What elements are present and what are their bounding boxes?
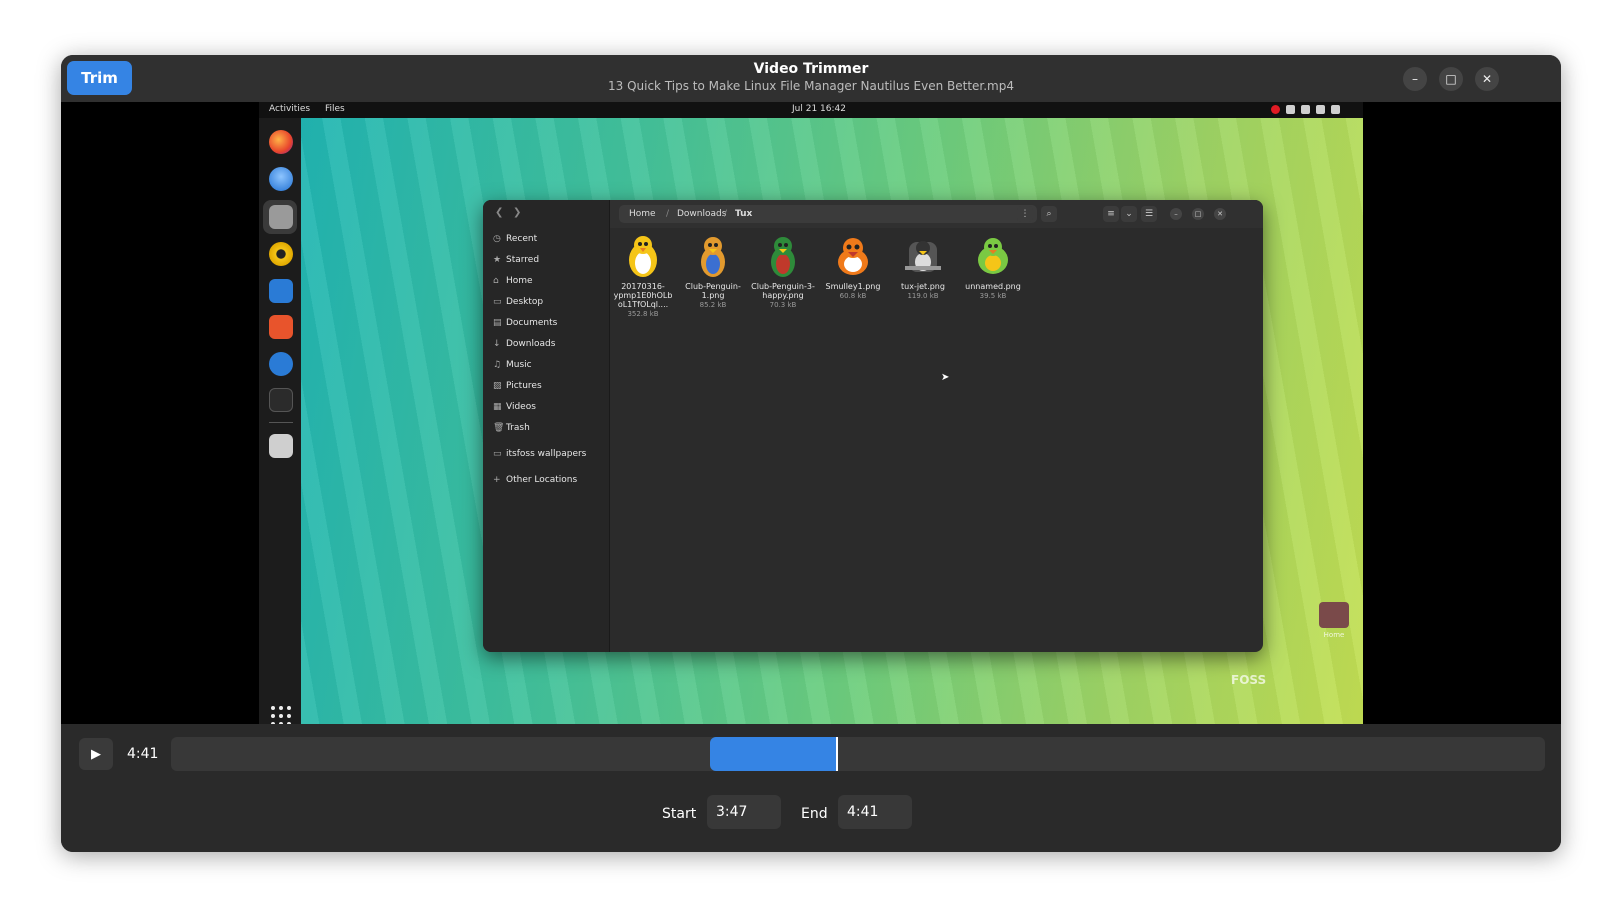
- headerbar: Trim Video Trimmer 13 Quick Tips to Make…: [61, 55, 1561, 102]
- video-trimmer-window: Trim Video Trimmer 13 Quick Tips to Make…: [61, 55, 1561, 852]
- sort-icon: ≡: [1103, 206, 1119, 222]
- nautilus-close-icon: ✕: [1214, 208, 1226, 220]
- terminal-icon: [269, 388, 293, 412]
- back-arrow-icon: ❮: [495, 207, 504, 218]
- sidebar-item-other-locations: + Other Locations: [493, 475, 578, 485]
- sidebar-item-trash: 🗑 Trash: [493, 423, 530, 433]
- video-preview[interactable]: Activities Files Jul 21 16:42 ❮ ❯ Home /…: [61, 102, 1561, 724]
- path-bar: Home / Downloads / Tux: [619, 205, 1037, 223]
- sidebar-item-pictures: ▨ Pictures: [493, 381, 542, 391]
- path-home: Home: [629, 209, 656, 219]
- desktop-wallpaper: ❮ ❯ Home / Downloads / Tux ⋮ ⌕ ≡ ⌄ ☰ – □…: [301, 118, 1363, 724]
- penguin-thumbnail-icon: [759, 232, 807, 280]
- search-icon: ⌕: [1041, 206, 1057, 222]
- sidebar-item-downloads: ↓ Downloads: [493, 339, 556, 349]
- end-time-input[interactable]: 4:41: [838, 795, 912, 829]
- sidebar-item-home: ⌂ Home: [493, 276, 533, 286]
- rhythmbox-icon: [269, 242, 293, 266]
- file-item: tux-jet.png 119.0 kB: [891, 232, 955, 301]
- sidebar-item-itsfoss-wallpapers: ▭ itsfoss wallpapers: [493, 449, 587, 459]
- file-item: Smulley1.png 60.8 kB: [821, 232, 885, 301]
- system-tray: [1271, 105, 1340, 114]
- penguin-thumbnail-icon: [829, 232, 877, 280]
- path-downloads: Downloads: [677, 209, 727, 219]
- trash-icon: [269, 434, 293, 458]
- timeline-slider[interactable]: [171, 737, 1545, 771]
- files-icon: [269, 205, 293, 229]
- chevron-down-icon: ⌄: [1121, 206, 1137, 222]
- window-title: Video Trimmer: [753, 61, 869, 77]
- file-item: unnamed.png 39.5 kB: [961, 232, 1025, 301]
- mouse-cursor-icon: ➤: [941, 372, 950, 383]
- trim-controls: ▶ 4:41 Start 3:47 End 4:41: [61, 724, 1561, 852]
- nautilus-minimize-icon: –: [1170, 208, 1182, 220]
- sidebar-item-videos: ▦ Videos: [493, 402, 536, 412]
- video-frame: Activities Files Jul 21 16:42 ❮ ❯ Home /…: [259, 102, 1363, 724]
- forward-arrow-icon: ❯: [513, 207, 522, 218]
- nautilus-window: ❮ ❯ Home / Downloads / Tux ⋮ ⌕ ≡ ⌄ ☰ – □…: [483, 200, 1263, 652]
- gnome-top-bar: Activities Files Jul 21 16:42: [259, 102, 1363, 118]
- start-time-input[interactable]: 3:47: [707, 795, 781, 829]
- close-button[interactable]: ✕: [1475, 67, 1499, 91]
- penguin-thumbnail-icon: [619, 232, 667, 280]
- thunderbird-icon: [269, 167, 293, 191]
- play-icon: ▶: [91, 746, 101, 762]
- play-button[interactable]: ▶: [79, 738, 113, 770]
- files-app-label: Files: [325, 104, 345, 114]
- current-time: 4:41: [127, 746, 159, 762]
- file-item: Club-Penguin-1.png 85.2 kB: [681, 232, 745, 310]
- end-label: End: [801, 806, 828, 822]
- penguin-thumbnail-icon: [969, 232, 1017, 280]
- kebab-menu-icon: ⋮: [1017, 206, 1033, 222]
- title-area: Video Trimmer 13 Quick Tips to Make Linu…: [461, 61, 1161, 94]
- sidebar-item-music: ♫ Music: [493, 360, 532, 370]
- penguin-thumbnail-icon: [899, 232, 947, 280]
- watermark: FOSS: [1231, 673, 1267, 687]
- selection-range[interactable]: [709, 737, 838, 771]
- home-folder-icon: [1319, 602, 1349, 628]
- view-menu-icon: ☰: [1141, 206, 1157, 222]
- file-item: Club-Penguin-3-happy.png 70.3 kB: [751, 232, 815, 310]
- sidebar-item-documents: ▤ Documents: [493, 318, 558, 328]
- sidebar-item-recent: ◷ Recent: [493, 234, 538, 244]
- minimize-button[interactable]: –: [1403, 67, 1427, 91]
- sidebar-item-starred: ★ Starred: [493, 255, 540, 265]
- software-center-icon: [269, 315, 293, 339]
- screen-icon: [1286, 105, 1295, 114]
- show-apps-icon: [271, 706, 291, 724]
- writer-icon: [269, 279, 293, 303]
- help-icon: [269, 352, 293, 376]
- start-label: Start: [662, 806, 697, 822]
- firefox-icon: [269, 130, 293, 154]
- file-item: 20170316-ypmp1E0hOLb oL1TfOLql.... 352.8…: [611, 232, 675, 319]
- sidebar-item-desktop: ▭ Desktop: [493, 297, 544, 307]
- trim-button[interactable]: Trim: [67, 61, 132, 95]
- nautilus-maximize-icon: □: [1192, 208, 1204, 220]
- volume-icon: [1301, 105, 1310, 114]
- desktop-home-folder: Home: [1317, 602, 1351, 639]
- penguin-thumbnail-icon: [689, 232, 737, 280]
- playhead[interactable]: [836, 737, 839, 771]
- record-indicator-icon: [1271, 105, 1280, 114]
- file-name-subtitle: 13 Quick Tips to Make Linux File Manager…: [607, 79, 1014, 93]
- path-current: Tux: [735, 209, 753, 219]
- ubuntu-dock: [259, 118, 301, 724]
- power-icon: [1331, 105, 1340, 114]
- clock-label: Jul 21 16:42: [792, 104, 846, 114]
- activities-label: Activities: [269, 104, 311, 114]
- maximize-button[interactable]: □: [1439, 67, 1463, 91]
- mic-icon: [1316, 105, 1325, 114]
